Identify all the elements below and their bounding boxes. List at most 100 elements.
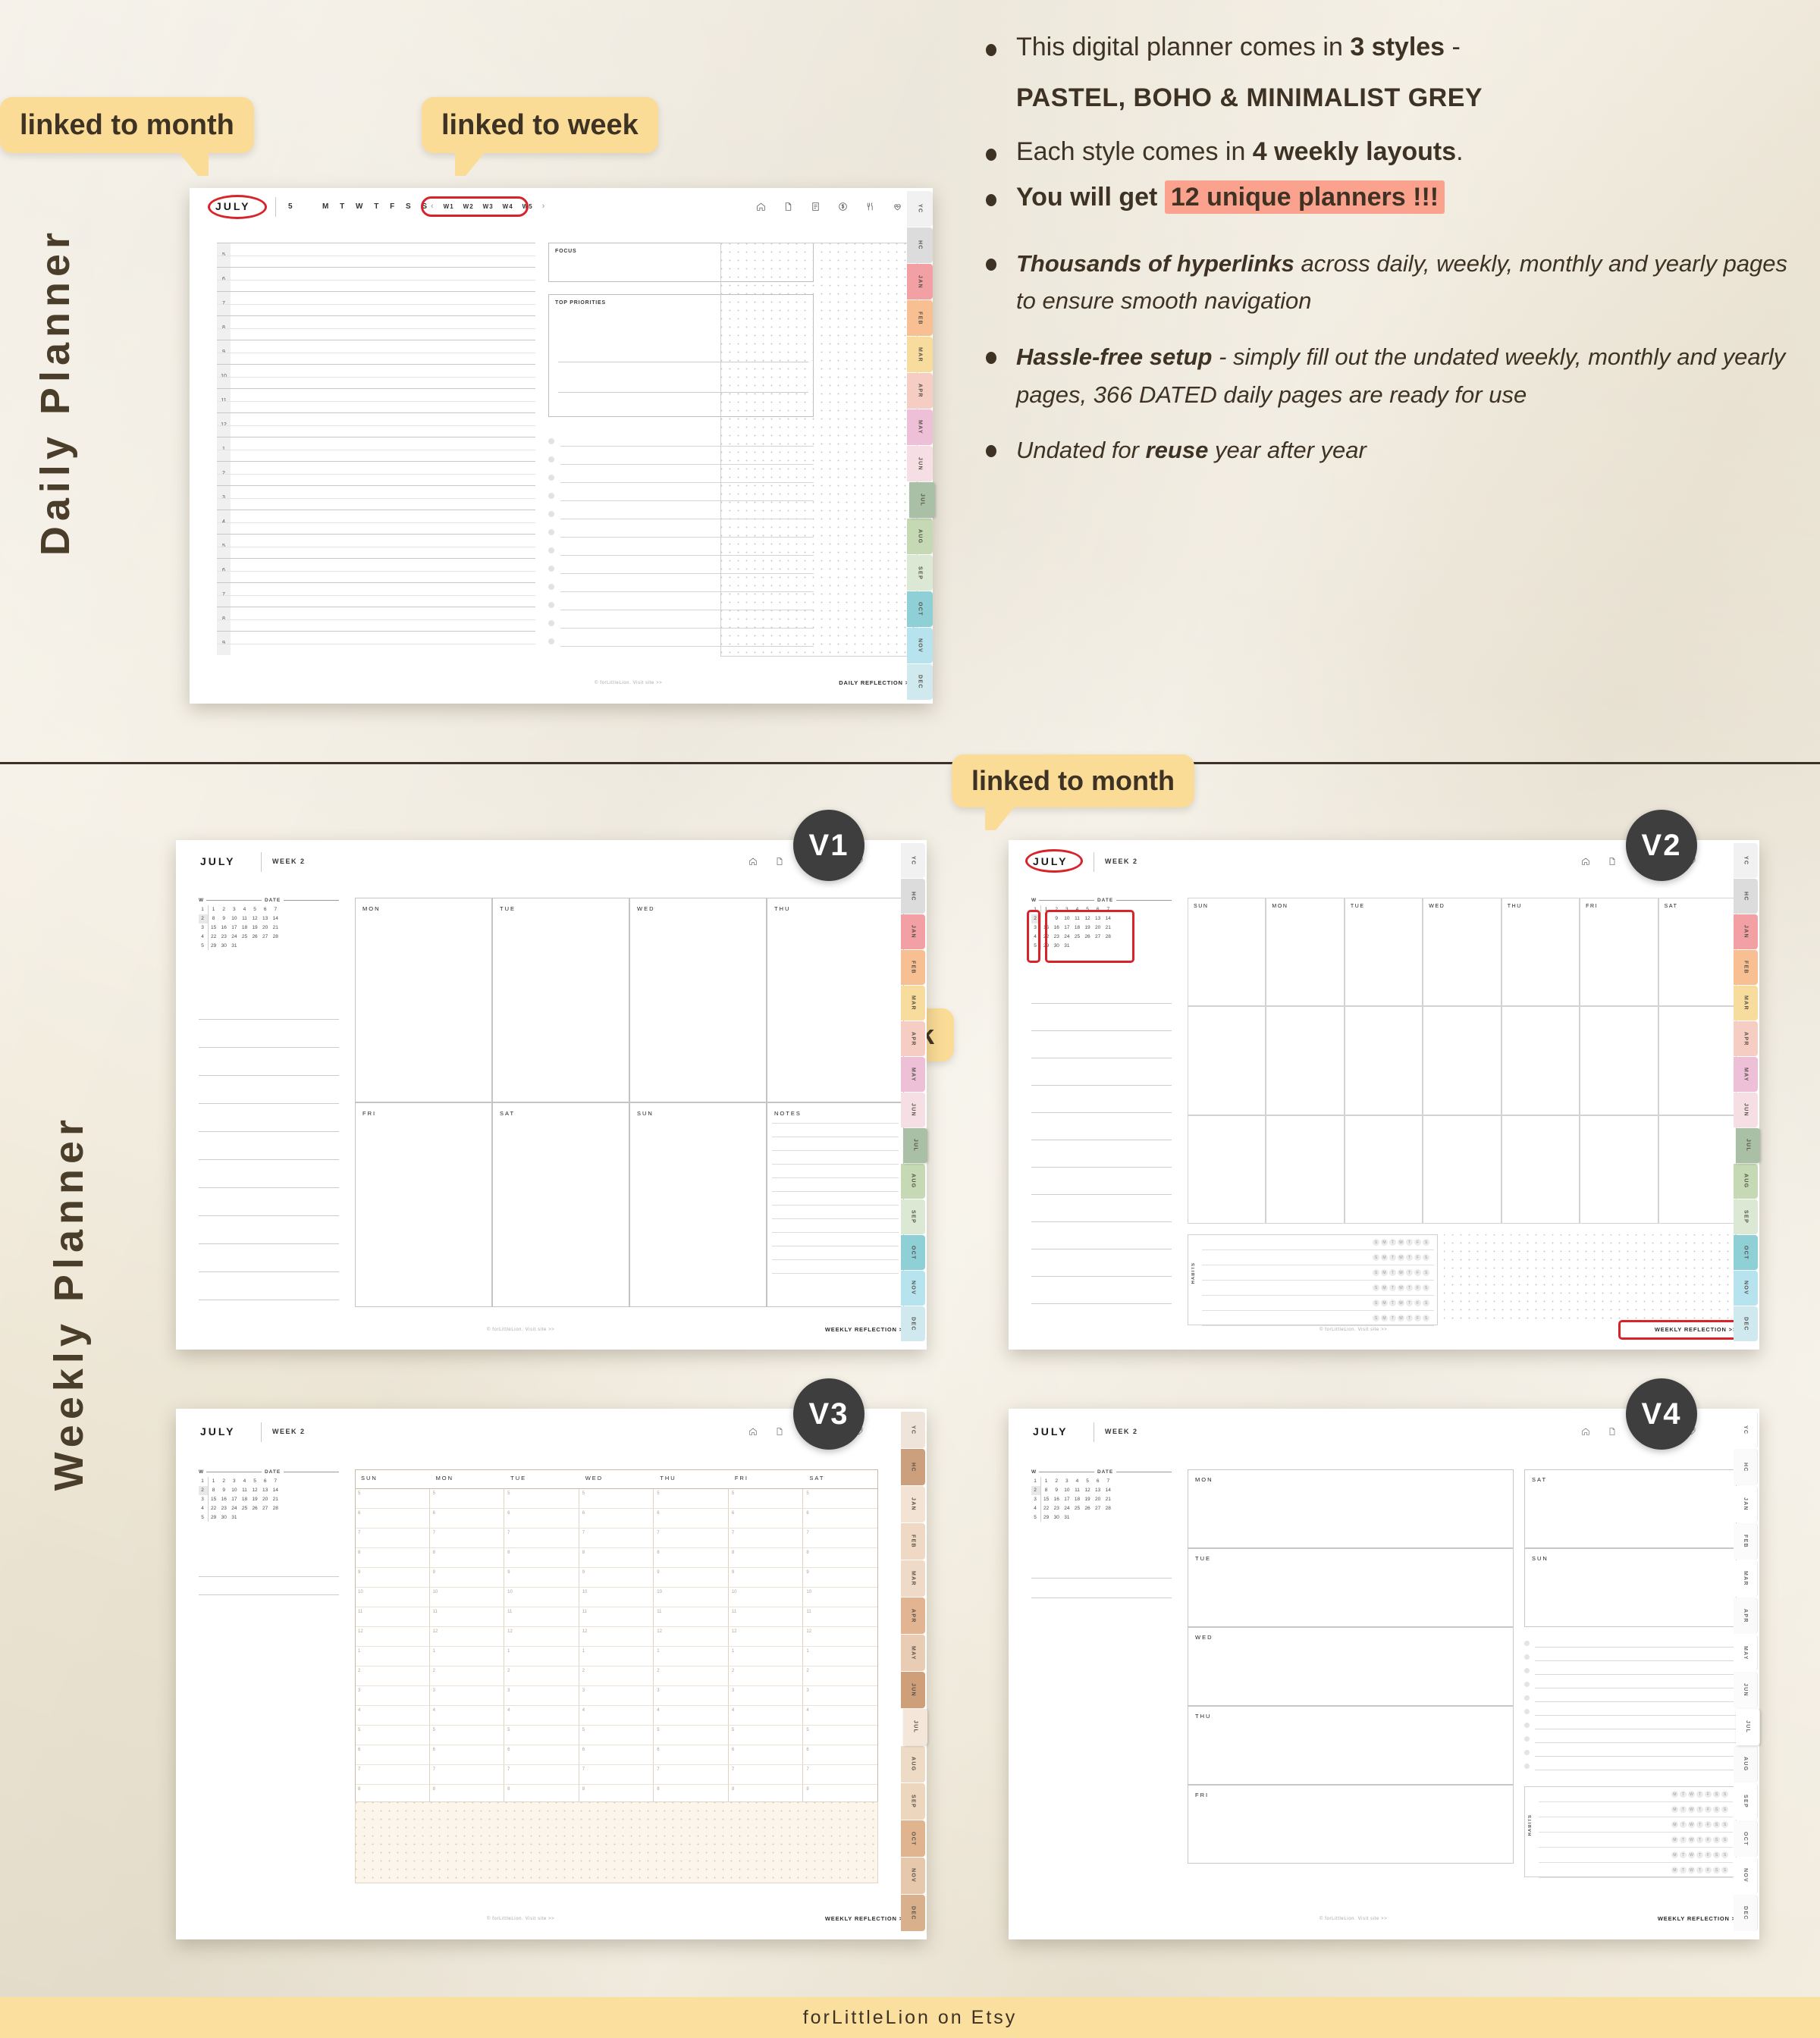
habit-day-toggle[interactable]: T [1389,1284,1396,1291]
minical-day[interactable]: 3 [229,905,240,914]
note-line[interactable] [199,992,339,1020]
month-tab-nov[interactable]: NOV [901,1271,925,1306]
minical-day[interactable]: 31 [1062,1513,1072,1522]
minical-day[interactable]: 18 [1072,1495,1083,1504]
checklist-bullet-icon[interactable] [548,638,554,644]
minical-day[interactable]: 5 [249,905,260,914]
day-cell[interactable]: SAT [1658,898,1737,1007]
minical-row[interactable]: 11234567 [1031,1477,1113,1486]
habit-day-toggle[interactable]: F [1705,1836,1712,1843]
habit-day-toggle[interactable]: F [1705,1806,1712,1813]
hour-cell[interactable]: 5 [504,1489,579,1509]
weekly-planner-v3[interactable]: JULY WEEK 2 W DATE 1 1 2 3 4 5 6 7 2 8 9 10 11 12 13 14 3… [176,1409,927,1939]
note-line[interactable] [199,1188,339,1216]
minical-day[interactable]: 9 [218,914,229,923]
checklist-row[interactable] [1524,1721,1737,1729]
hour-cell[interactable]: 9 [728,1568,804,1588]
habit-day-toggle[interactable]: S [1423,1284,1429,1291]
hour-cell[interactable]: 5 [504,1726,579,1745]
page-icon[interactable] [1608,1427,1617,1436]
daily-schedule[interactable]: 5 6 7 8 9 10 11 12 1 2 3 4 5 6 7 8 9 [217,243,535,655]
schedule-hour-row[interactable]: 2 [217,461,535,485]
v3-month-tabs[interactable]: YC HC JAN FEB MAR APR MAY JUN JUL AUG SEP OCT NOV DEC [901,1412,927,1932]
minical-day[interactable]: 22 [1040,1503,1051,1513]
v1-weekly-reflection-link[interactable]: WEEKLY REFLECTION >> [825,1326,907,1333]
day-block[interactable]: MON [1188,1469,1514,1548]
note-line[interactable] [772,1150,899,1151]
note-line[interactable] [199,1048,339,1076]
habit-day-toggle[interactable]: T [1389,1300,1396,1306]
month-tab-feb[interactable]: FEB [1734,950,1758,985]
month-tab-nov[interactable]: NOV [1734,1271,1758,1306]
minical-table[interactable]: 1 1 2 3 4 5 6 7 2 8 9 10 11 12 13 14 3 15 16 17 18 19 20 21 4 22 2… [199,905,281,950]
hour-cell[interactable]: 1 [803,1647,878,1666]
hour-cell[interactable]: 10 [504,1588,579,1607]
month-tab-aug[interactable]: AUG [907,519,933,554]
day-cell[interactable]: SUN [629,1102,767,1307]
month-tab-sep[interactable]: SEP [907,555,933,591]
minical-day[interactable] [1072,1513,1083,1522]
schedule-hour-row[interactable]: 9 [217,340,535,364]
habit-day-toggle[interactable]: T [1406,1284,1413,1291]
minical-day[interactable]: 20 [1093,1495,1103,1504]
note-line[interactable] [199,1160,339,1188]
minical-day[interactable]: 20 [260,923,271,933]
month-tab-aug[interactable]: AUG [901,1164,925,1199]
hour-cell[interactable]: 6 [728,1509,804,1528]
checklist-bullet-icon[interactable] [548,475,554,481]
hour-cell[interactable]: 6 [355,1745,430,1765]
minical-day[interactable]: 23 [218,932,229,941]
minical-day[interactable]: 3 [229,1477,240,1486]
hour-cell[interactable]: 7 [504,1528,579,1548]
minical-day[interactable]: 27 [260,1503,271,1513]
hour-cell[interactable]: 8 [504,1548,579,1568]
month-tab-feb[interactable]: FEB [907,300,933,336]
note-line[interactable] [199,1020,339,1048]
note-line[interactable] [199,1272,339,1300]
hour-cell[interactable]: 2 [728,1666,804,1686]
habits-box[interactable]: HABITS S M T W T F S S M T W T F S S M T W T F S S M T W T F S S M T W T F… [1188,1234,1438,1326]
note-line[interactable] [199,1076,339,1104]
month-tab-jun[interactable]: JUN [1734,1672,1758,1708]
month-tab-dec[interactable]: DEC [901,1306,925,1341]
month-tab-hc[interactable]: HC [1734,879,1758,914]
note-line[interactable] [1031,1277,1172,1304]
day-block[interactable]: WED [1188,1627,1514,1706]
home-icon[interactable] [1581,857,1590,866]
day-cell[interactable]: THU [1501,898,1580,1007]
hour-cell[interactable]: 8 [429,1548,505,1568]
hour-cell[interactable]: 6 [654,1509,729,1528]
month-tab-may[interactable]: MAY [1734,1635,1758,1671]
minical-row[interactable]: 4 22 23 24 25 26 27 28 [1031,1503,1113,1513]
day-cell[interactable] [1423,1115,1502,1224]
habit-day-toggle[interactable]: W [1688,1867,1695,1873]
month-tab-jun[interactable]: JUN [907,446,933,481]
habit-day-toggle[interactable]: S [1721,1806,1728,1813]
hour-cell[interactable]: 3 [355,1686,430,1706]
home-icon[interactable] [756,202,766,212]
day-cell[interactable]: NOTES [767,1102,904,1307]
note-line[interactable] [199,1216,339,1244]
checklist-row[interactable] [1524,1639,1737,1648]
v4-month-label[interactable]: JULY [1033,1425,1068,1438]
minical-row[interactable]: 11234567 [199,1477,281,1486]
v4-sidebar-lines[interactable] [1031,1559,1172,1598]
month-tab-mar[interactable]: MAR [901,1560,925,1597]
hour-cell[interactable]: 1 [654,1647,729,1666]
minical-day[interactable]: 19 [1082,1495,1093,1504]
hour-cell[interactable]: 1 [429,1647,505,1666]
month-tab-hc[interactable]: HC [901,879,925,914]
minical-day[interactable] [240,1513,250,1522]
hour-cell[interactable]: 10 [728,1588,804,1607]
minical-day[interactable]: 13 [1093,1486,1103,1495]
day-cell[interactable]: TUE [492,898,629,1102]
minical-week-number[interactable]: 4 [199,932,209,942]
daily-planner-preview[interactable]: JULY 5 M T W T F S S ‹ W1 W2 W3 W4 W5 › 567891… [190,188,933,704]
minical-row[interactable]: 5 29 30 31 [1031,1513,1113,1522]
note-line[interactable] [1031,1249,1172,1277]
day-cell[interactable] [1658,1006,1737,1115]
hour-cell[interactable]: 4 [504,1706,579,1726]
minical-day[interactable]: 28 [1103,1503,1113,1513]
minical-day[interactable]: 15 [208,923,218,933]
hour-cell[interactable]: 5 [579,1489,654,1509]
